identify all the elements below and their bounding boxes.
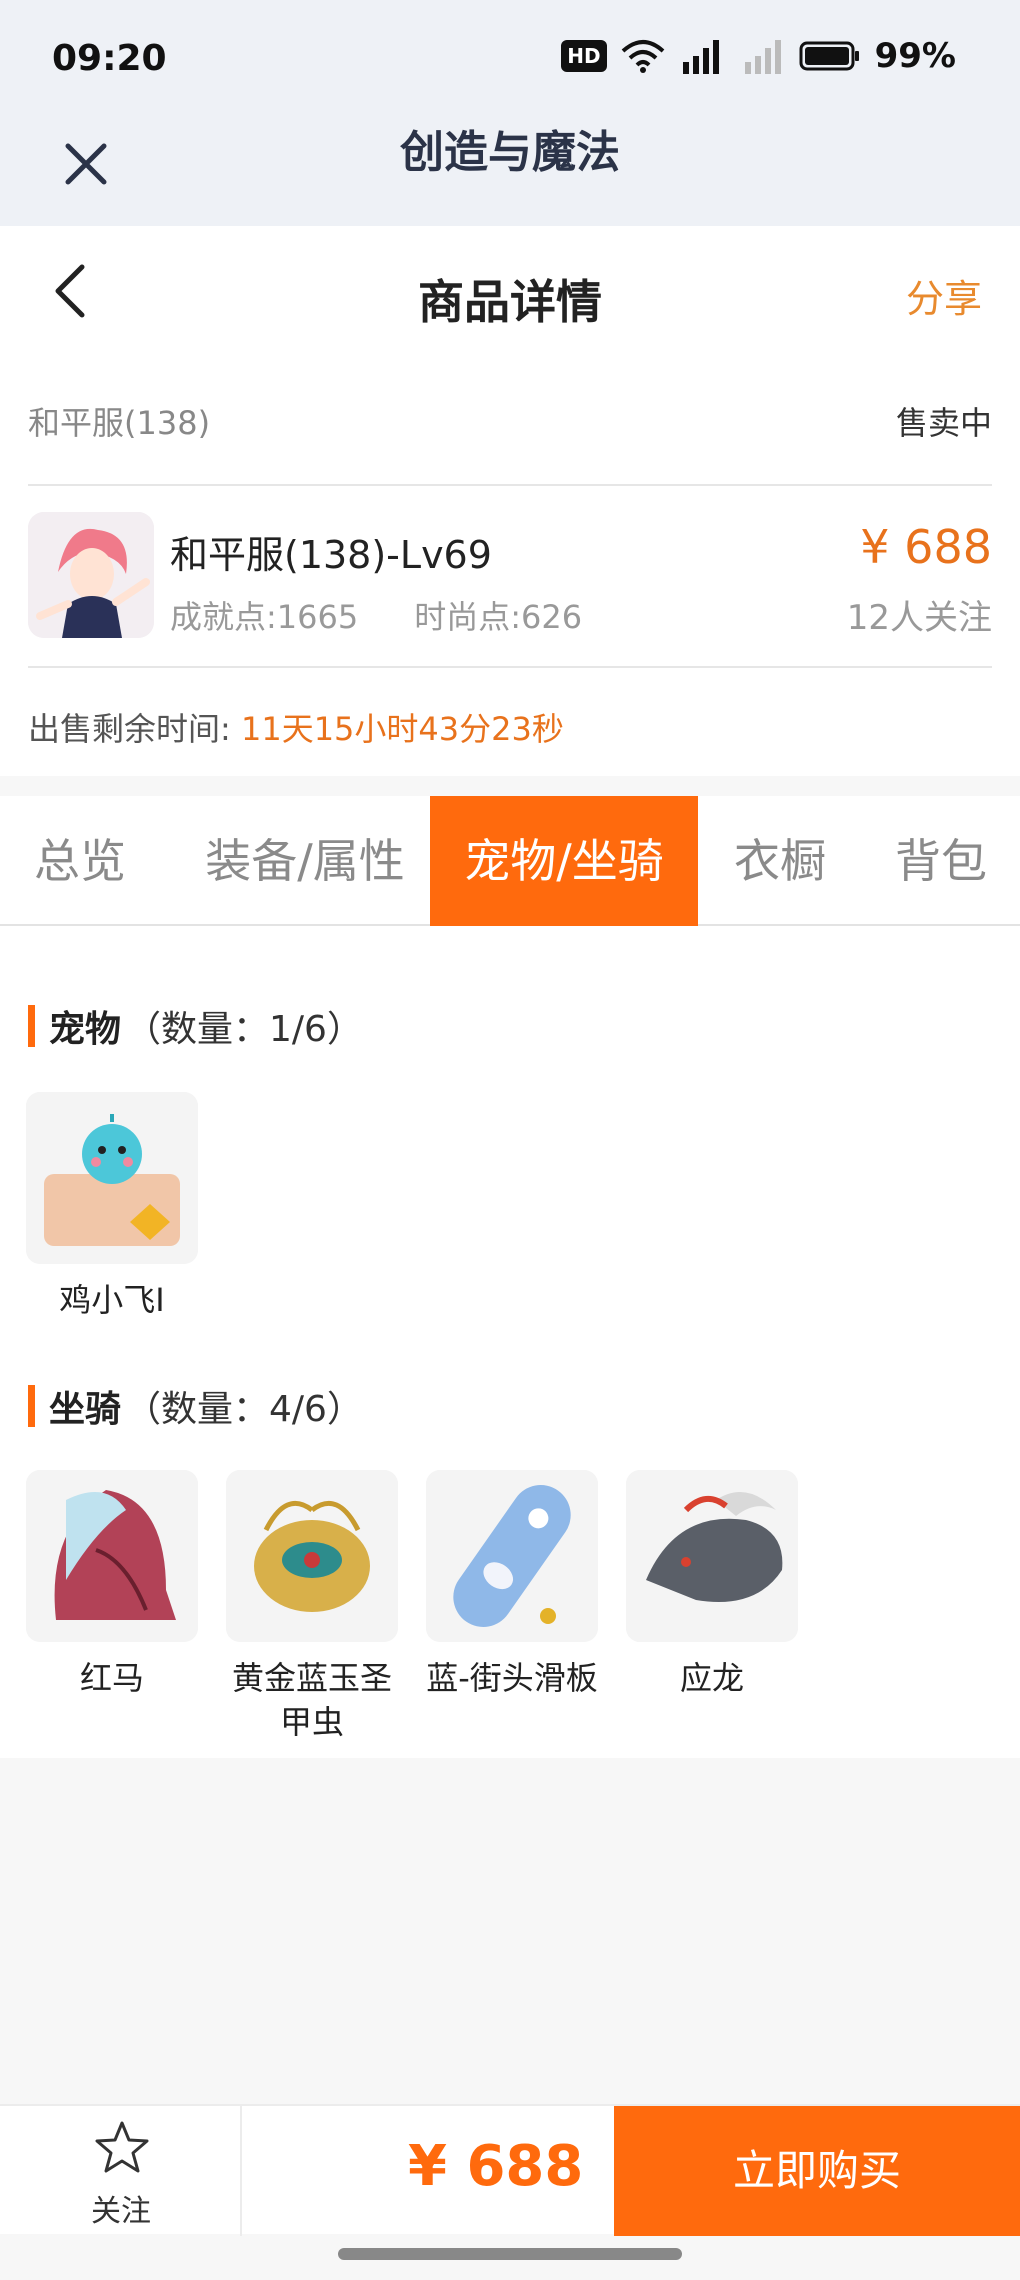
mounts-count: （数量：4/6）: [125, 1389, 363, 1430]
role-name: 和平服(138)-Lv69: [170, 533, 492, 577]
mount-name: 黄金蓝玉圣甲虫: [231, 1659, 392, 1741]
status-bar: 09:20 HD 99%: [0, 0, 1020, 120]
status-icons: HD 99%: [561, 36, 956, 76]
pet-thumbnail: [26, 1092, 198, 1264]
mount-thumbnail: [426, 1470, 598, 1642]
divider: [28, 484, 992, 486]
signal-5g-icon: [682, 40, 719, 74]
bottom-bar: 关注 ¥ 688 立即购买: [0, 2104, 1020, 2236]
wifi-icon: [621, 40, 664, 73]
app-title: 创造与魔法: [400, 127, 620, 178]
divider: [28, 666, 992, 668]
tab-overview[interactable]: 总览: [0, 796, 160, 926]
signal-weak-icon: [744, 40, 781, 74]
mount-item[interactable]: 蓝-街头滑板: [426, 1470, 598, 1744]
pets-section-title: 宠物 （数量：1/6）: [28, 1000, 363, 1052]
listing-info: 和平服(138) 售卖中 和平服(138)-Lv69 成就点:1665 时尚点:…: [0, 356, 1020, 776]
battery-icon: [799, 41, 859, 71]
follow-label: 关注: [91, 2194, 151, 2229]
remaining-time: 出售剩余时间: 11天15小时43分23秒: [28, 704, 564, 750]
tab-backpack[interactable]: 背包: [862, 796, 1020, 926]
page-title: 商品详情: [418, 275, 602, 329]
hd-icon: HD: [561, 40, 607, 72]
nav-bar: 商品详情 分享: [0, 226, 1020, 356]
tab-pets-mounts[interactable]: 宠物/坐骑: [430, 796, 698, 926]
server-label: 和平服(138): [28, 404, 211, 442]
tab-wardrobe[interactable]: 衣橱: [698, 796, 862, 926]
pets-mounts-panel: 宠物 （数量：1/6） 鸡小飞I 坐骑 （数量：4/6） 红马 黄金蓝玉圣甲虫 …: [0, 926, 1020, 1758]
follow-button[interactable]: 关注: [0, 2106, 242, 2236]
star-icon: [95, 2121, 149, 2173]
mounts-section-title: 坐骑 （数量：4/6）: [28, 1380, 363, 1432]
battery-percent: 99%: [874, 36, 956, 76]
total-price: ¥ 688: [408, 2134, 584, 2199]
sale-status: 售卖中: [895, 404, 992, 442]
section-accent: [28, 1385, 35, 1427]
pets-count: （数量：1/6）: [125, 1009, 363, 1050]
pet-name: 鸡小飞I: [59, 1281, 165, 1319]
mount-thumbnail: [226, 1470, 398, 1642]
mount-item[interactable]: 黄金蓝玉圣甲虫: [226, 1470, 398, 1744]
mount-item[interactable]: 红马: [26, 1470, 198, 1744]
status-time: 09:20: [52, 38, 167, 79]
role-avatar: [28, 512, 154, 638]
watcher-count: 12人关注: [846, 598, 992, 638]
role-stats: 成就点:1665 时尚点:626: [170, 592, 582, 638]
section-accent: [28, 1005, 35, 1047]
mount-thumbnail: [26, 1470, 198, 1642]
home-indicator[interactable]: [338, 2248, 682, 2260]
listing-price: ¥ 688: [860, 520, 992, 574]
mount-name: 应龙: [679, 1659, 744, 1697]
mount-name: 蓝-街头滑板: [426, 1659, 598, 1697]
share-button[interactable]: 分享: [906, 268, 982, 323]
tab-bar: 总览 装备/属性 宠物/坐骑 衣橱 背包: [0, 796, 1020, 926]
pets-title: 宠物: [49, 1009, 122, 1050]
remaining-time-value: 11天15小时43分23秒: [240, 710, 564, 748]
pets-list: 鸡小飞I: [26, 1092, 198, 1322]
pet-item[interactable]: 鸡小飞I: [26, 1092, 198, 1322]
buy-now-button[interactable]: 立即购买: [614, 2106, 1020, 2236]
mount-name: 红马: [79, 1659, 144, 1697]
mounts-list: 红马 黄金蓝玉圣甲虫 蓝-街头滑板 应龙: [26, 1470, 798, 1744]
remaining-time-label: 出售剩余时间:: [28, 710, 231, 748]
fashion-points: 时尚点:626: [414, 598, 583, 636]
mount-thumbnail: [626, 1470, 798, 1642]
mount-item[interactable]: 应龙: [626, 1470, 798, 1744]
achievement-points: 成就点:1665: [170, 598, 359, 636]
mounts-title: 坐骑: [49, 1389, 122, 1430]
tab-equipment[interactable]: 装备/属性: [180, 796, 430, 926]
